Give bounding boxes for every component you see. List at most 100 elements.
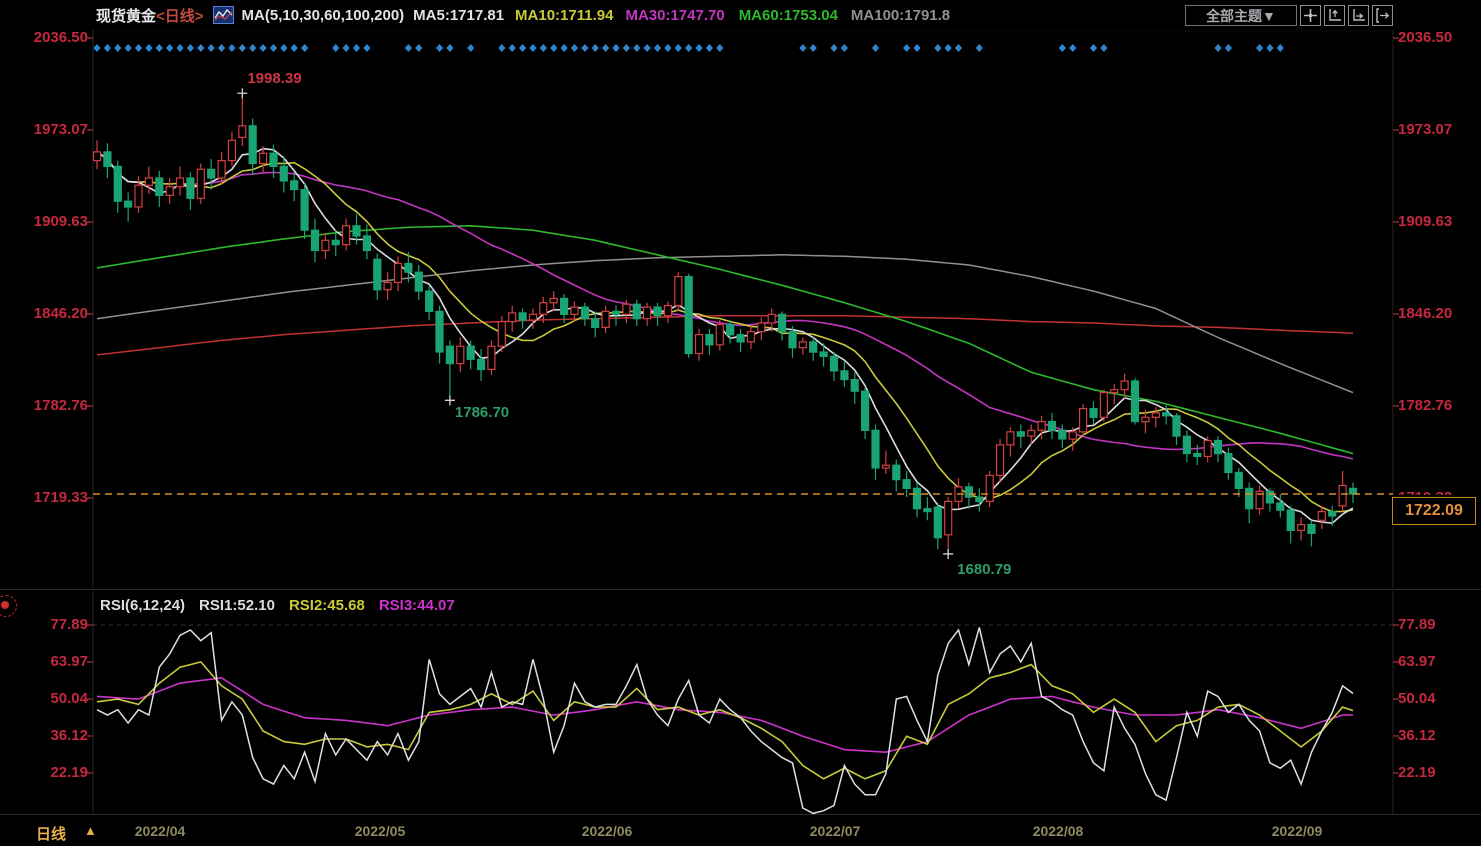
candle-down[interactable] — [964, 486, 974, 498]
candle-down[interactable] — [1161, 412, 1171, 417]
candle-down[interactable] — [279, 165, 288, 182]
event-dot[interactable] — [653, 44, 662, 52]
candle-up[interactable] — [601, 310, 610, 328]
candle-down[interactable] — [1193, 453, 1202, 458]
event-dot[interactable] — [301, 44, 309, 52]
candle-up[interactable] — [508, 312, 517, 323]
candle-up[interactable] — [456, 345, 465, 365]
candle-up[interactable] — [1338, 484, 1347, 507]
candle-up[interactable] — [798, 341, 807, 349]
candle-down[interactable] — [186, 177, 195, 199]
candle-up[interactable] — [134, 184, 143, 208]
event-dot[interactable] — [259, 44, 267, 52]
event-dot[interactable] — [498, 44, 506, 52]
event-dot[interactable] — [591, 44, 599, 52]
period-tab[interactable]: 日线 — [36, 823, 66, 844]
candle-down[interactable] — [1286, 509, 1295, 532]
candle-up[interactable] — [1099, 392, 1109, 418]
event-dot[interactable] — [280, 44, 288, 52]
candle-up[interactable] — [1110, 389, 1119, 394]
event-dot[interactable] — [435, 44, 444, 52]
candle-up[interactable] — [746, 331, 756, 343]
event-dot[interactable] — [954, 44, 963, 52]
event-dot[interactable] — [134, 44, 143, 52]
candle-up[interactable] — [1078, 408, 1088, 433]
candle-up[interactable] — [715, 323, 724, 346]
candle-down[interactable] — [310, 229, 320, 252]
event-dot[interactable] — [1100, 44, 1108, 52]
candle-down[interactable] — [248, 125, 257, 165]
candle-down[interactable] — [404, 262, 413, 273]
candle-up[interactable] — [1068, 431, 1077, 440]
candle-up[interactable] — [642, 306, 652, 320]
candle-down[interactable] — [414, 271, 423, 292]
candle-down[interactable] — [923, 508, 932, 513]
event-dot[interactable] — [1214, 44, 1222, 52]
event-dot[interactable] — [363, 44, 371, 52]
event-dot[interactable] — [415, 44, 423, 52]
event-dot[interactable] — [1058, 44, 1066, 52]
event-dot[interactable] — [207, 44, 215, 52]
event-dot[interactable] — [249, 44, 257, 52]
candle-down[interactable] — [1089, 408, 1098, 418]
candle-up[interactable] — [342, 225, 351, 246]
event-dot[interactable] — [197, 44, 205, 52]
event-dot[interactable] — [446, 44, 454, 52]
event-dot[interactable] — [238, 44, 246, 52]
candle-down[interactable] — [611, 310, 621, 315]
candle-down[interactable] — [736, 334, 745, 343]
candle-down[interactable] — [435, 310, 444, 353]
candle-down[interactable] — [373, 258, 382, 291]
event-dot[interactable] — [467, 44, 475, 52]
event-dot[interactable] — [944, 44, 952, 52]
event-dot[interactable] — [934, 44, 942, 52]
candle-down[interactable] — [871, 429, 880, 469]
event-dot[interactable] — [332, 44, 340, 52]
candle-down[interactable] — [829, 355, 839, 372]
event-dot[interactable] — [529, 44, 537, 52]
event-dot[interactable] — [602, 44, 610, 52]
candle-down[interactable] — [1265, 490, 1275, 504]
candle-up[interactable] — [1317, 511, 1326, 521]
event-dot[interactable] — [1089, 44, 1098, 52]
event-dot[interactable] — [186, 44, 195, 52]
candle-up[interactable] — [144, 177, 153, 186]
event-dot[interactable] — [685, 44, 693, 52]
chart-canvas[interactable] — [0, 0, 1481, 846]
candle-down[interactable] — [113, 165, 122, 202]
event-dot[interactable] — [508, 44, 516, 52]
candle-down[interactable] — [1234, 471, 1243, 489]
event-dot[interactable] — [809, 44, 817, 52]
candle-down[interactable] — [975, 496, 984, 503]
candle-down[interactable] — [518, 312, 527, 321]
candle-down[interactable] — [155, 177, 164, 196]
candle-down[interactable] — [809, 341, 818, 353]
period-expand-arrow-icon[interactable]: ▲ — [84, 823, 97, 838]
candle-down[interactable] — [123, 200, 133, 208]
event-dot[interactable] — [1255, 44, 1264, 52]
event-dot[interactable] — [581, 44, 589, 52]
candle-up[interactable] — [757, 322, 766, 333]
candle-down[interactable] — [559, 297, 569, 315]
event-dot[interactable] — [903, 44, 911, 52]
event-dot[interactable] — [145, 44, 153, 52]
candle-up[interactable] — [321, 239, 330, 252]
candle-down[interactable] — [269, 152, 278, 168]
candle-down[interactable] — [1307, 523, 1316, 534]
event-dot[interactable] — [217, 44, 226, 52]
candle-up[interactable] — [175, 177, 185, 188]
candle-up[interactable] — [674, 276, 683, 307]
candle-up[interactable] — [995, 444, 1005, 476]
event-dot[interactable] — [622, 44, 630, 52]
event-dot[interactable] — [228, 44, 236, 52]
candle-down[interactable] — [684, 276, 693, 355]
candle-down[interactable] — [425, 290, 434, 313]
candle-up[interactable] — [227, 139, 236, 162]
event-dot[interactable] — [93, 44, 101, 52]
candle-down[interactable] — [477, 358, 486, 371]
candle-down[interactable] — [892, 464, 901, 481]
candle-up[interactable] — [1120, 380, 1129, 391]
candle-down[interactable] — [933, 506, 942, 539]
candle-down[interactable] — [840, 370, 849, 381]
event-dot[interactable] — [975, 44, 983, 52]
